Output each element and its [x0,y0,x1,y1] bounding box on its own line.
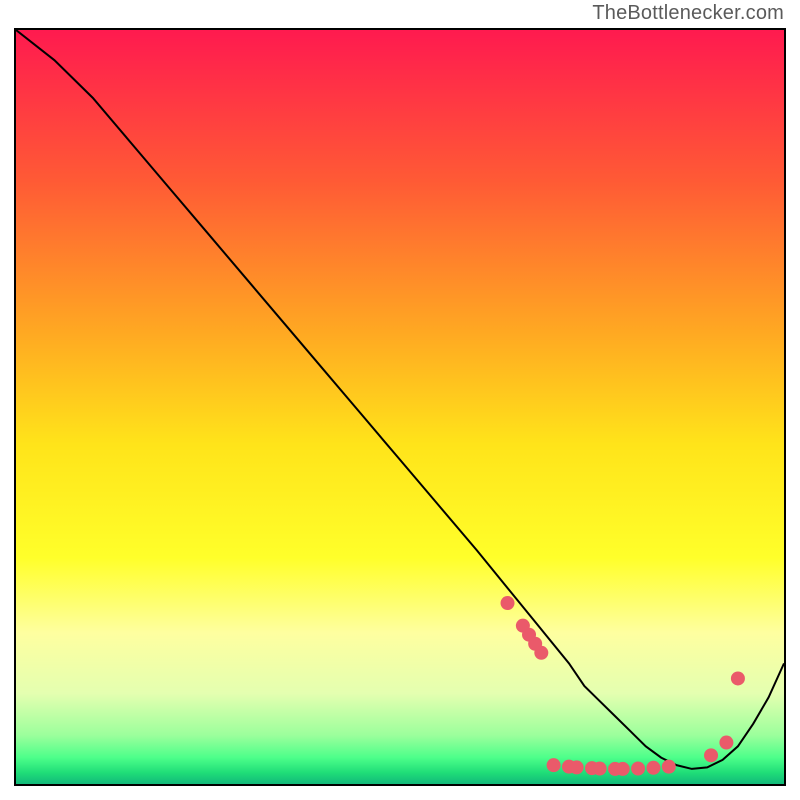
watermark-text: TheBottlenecker.com [592,2,784,25]
data-marker [719,736,733,750]
data-marker [570,760,584,774]
data-marker [662,760,676,774]
data-marker [646,761,660,775]
data-marker [534,646,548,660]
chart-overlay [16,30,784,784]
data-marker [593,762,607,776]
data-marker [731,671,745,685]
data-marker [501,596,515,610]
chart-plot-area [14,28,786,786]
data-marker [547,758,561,772]
data-marker [616,762,630,776]
data-marker [704,748,718,762]
data-marker [631,762,645,776]
bottleneck-curve [16,30,784,769]
